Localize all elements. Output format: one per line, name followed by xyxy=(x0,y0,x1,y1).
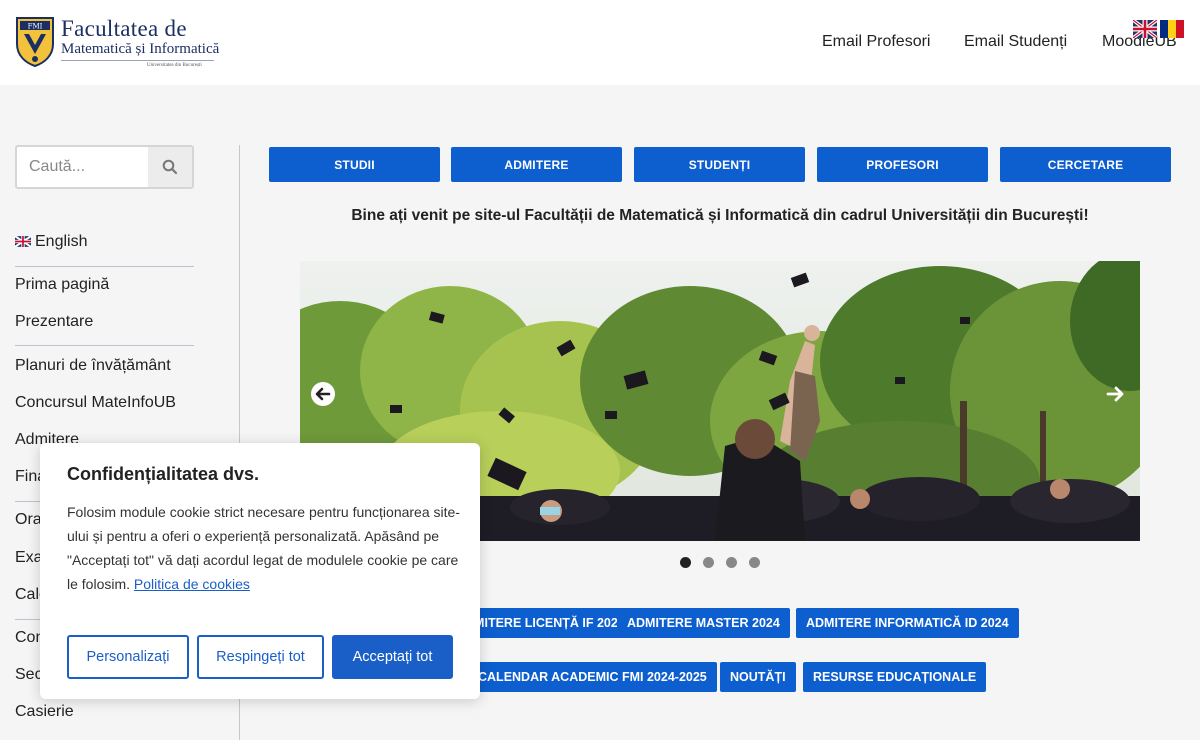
cookie-description: Folosim module cookie strict necesare pe… xyxy=(67,504,460,592)
link-admitere-informatica-id[interactable]: ADMITERE INFORMATICĂ ID 2024 xyxy=(796,608,1019,638)
nav-email-studenti[interactable]: Email Studenți xyxy=(964,33,1067,51)
uk-flag-icon xyxy=(15,236,31,247)
menu-button-studenti[interactable]: STUDENȚI xyxy=(634,147,805,182)
sidebar-separator xyxy=(15,266,194,267)
logo-title: Facultatea de xyxy=(61,16,187,41)
site-header: FMI Facultatea de Matematică și Informat… xyxy=(0,0,1200,85)
arrow-left-icon xyxy=(311,382,335,406)
sidebar-item-concurs-mateinfo[interactable]: Concursul MateInfoUB xyxy=(15,394,176,412)
sidebar-separator xyxy=(15,345,194,346)
accept-all-button[interactable]: Acceptați tot xyxy=(332,635,453,679)
faculty-logo[interactable]: FMI Facultatea de Matematică și Informat… xyxy=(14,14,219,70)
ro-flag-icon[interactable] xyxy=(1160,20,1184,38)
slider-dot[interactable] xyxy=(680,557,691,568)
search-icon xyxy=(162,159,178,175)
link-admitere-master[interactable]: ADMITERE MASTER 2024 xyxy=(617,608,790,638)
menu-button-studii[interactable]: STUDII xyxy=(269,147,440,182)
welcome-message: Bine ați venit pe site-ul Facultății de … xyxy=(351,207,1089,224)
link-calendar-academic[interactable]: CALENDAR ACADEMIC FMI 2024-2025 xyxy=(468,662,717,692)
slider-dot[interactable] xyxy=(726,557,737,568)
search-input[interactable] xyxy=(17,147,149,187)
cookie-text-block: Folosim module cookie strict necesare pe… xyxy=(67,500,467,596)
sidebar-item-planuri[interactable]: Planuri de învățământ xyxy=(15,357,171,375)
menu-button-profesori[interactable]: PROFESORI xyxy=(817,147,988,182)
slider-dot[interactable] xyxy=(703,557,714,568)
crest-icon: FMI xyxy=(16,17,54,68)
arrow-right-icon xyxy=(1106,386,1124,402)
link-noutati[interactable]: NOUTĂȚI xyxy=(720,662,796,692)
sidebar-item-english[interactable]: English xyxy=(15,233,87,251)
sidebar-item-prezentare[interactable]: Prezentare xyxy=(15,313,93,331)
logo-rule xyxy=(61,60,214,61)
link-resurse-educationale[interactable]: RESURSE EDUCAȚIONALE xyxy=(803,662,987,692)
sidebar-item-label: English xyxy=(35,233,88,250)
language-flags xyxy=(1133,20,1185,40)
menu-button-cercetare[interactable]: CERCETARE xyxy=(1000,147,1171,182)
slider-dot[interactable] xyxy=(749,557,760,568)
customize-button[interactable]: Personalizați xyxy=(67,635,189,679)
cookie-consent-dialog: Confidențialitatea dvs. Folosim module c… xyxy=(40,443,480,699)
sidebar-item-prima-pagina[interactable]: Prima pagină xyxy=(15,276,109,294)
search-button[interactable] xyxy=(148,147,192,187)
cookie-title: Confidențialitatea dvs. xyxy=(67,464,260,484)
search-box xyxy=(15,145,194,189)
reject-all-button[interactable]: Respingeți tot xyxy=(197,635,324,679)
slider-next-button[interactable] xyxy=(1103,381,1129,407)
menu-button-admitere[interactable]: ADMITERE xyxy=(451,147,622,182)
slider-prev-button[interactable] xyxy=(310,381,336,407)
cookie-policy-link[interactable]: Politica de cookies xyxy=(134,576,250,592)
svg-text:FMI: FMI xyxy=(28,23,43,31)
uk-flag-icon[interactable] xyxy=(1133,20,1157,38)
nav-email-profesori[interactable]: Email Profesori xyxy=(822,33,930,51)
logo-subtitle: Universitatea din București xyxy=(147,63,202,68)
sidebar-item-casierie[interactable]: Casierie xyxy=(15,703,74,721)
logo-title-secondary: Matematică și Informatică xyxy=(61,41,220,57)
